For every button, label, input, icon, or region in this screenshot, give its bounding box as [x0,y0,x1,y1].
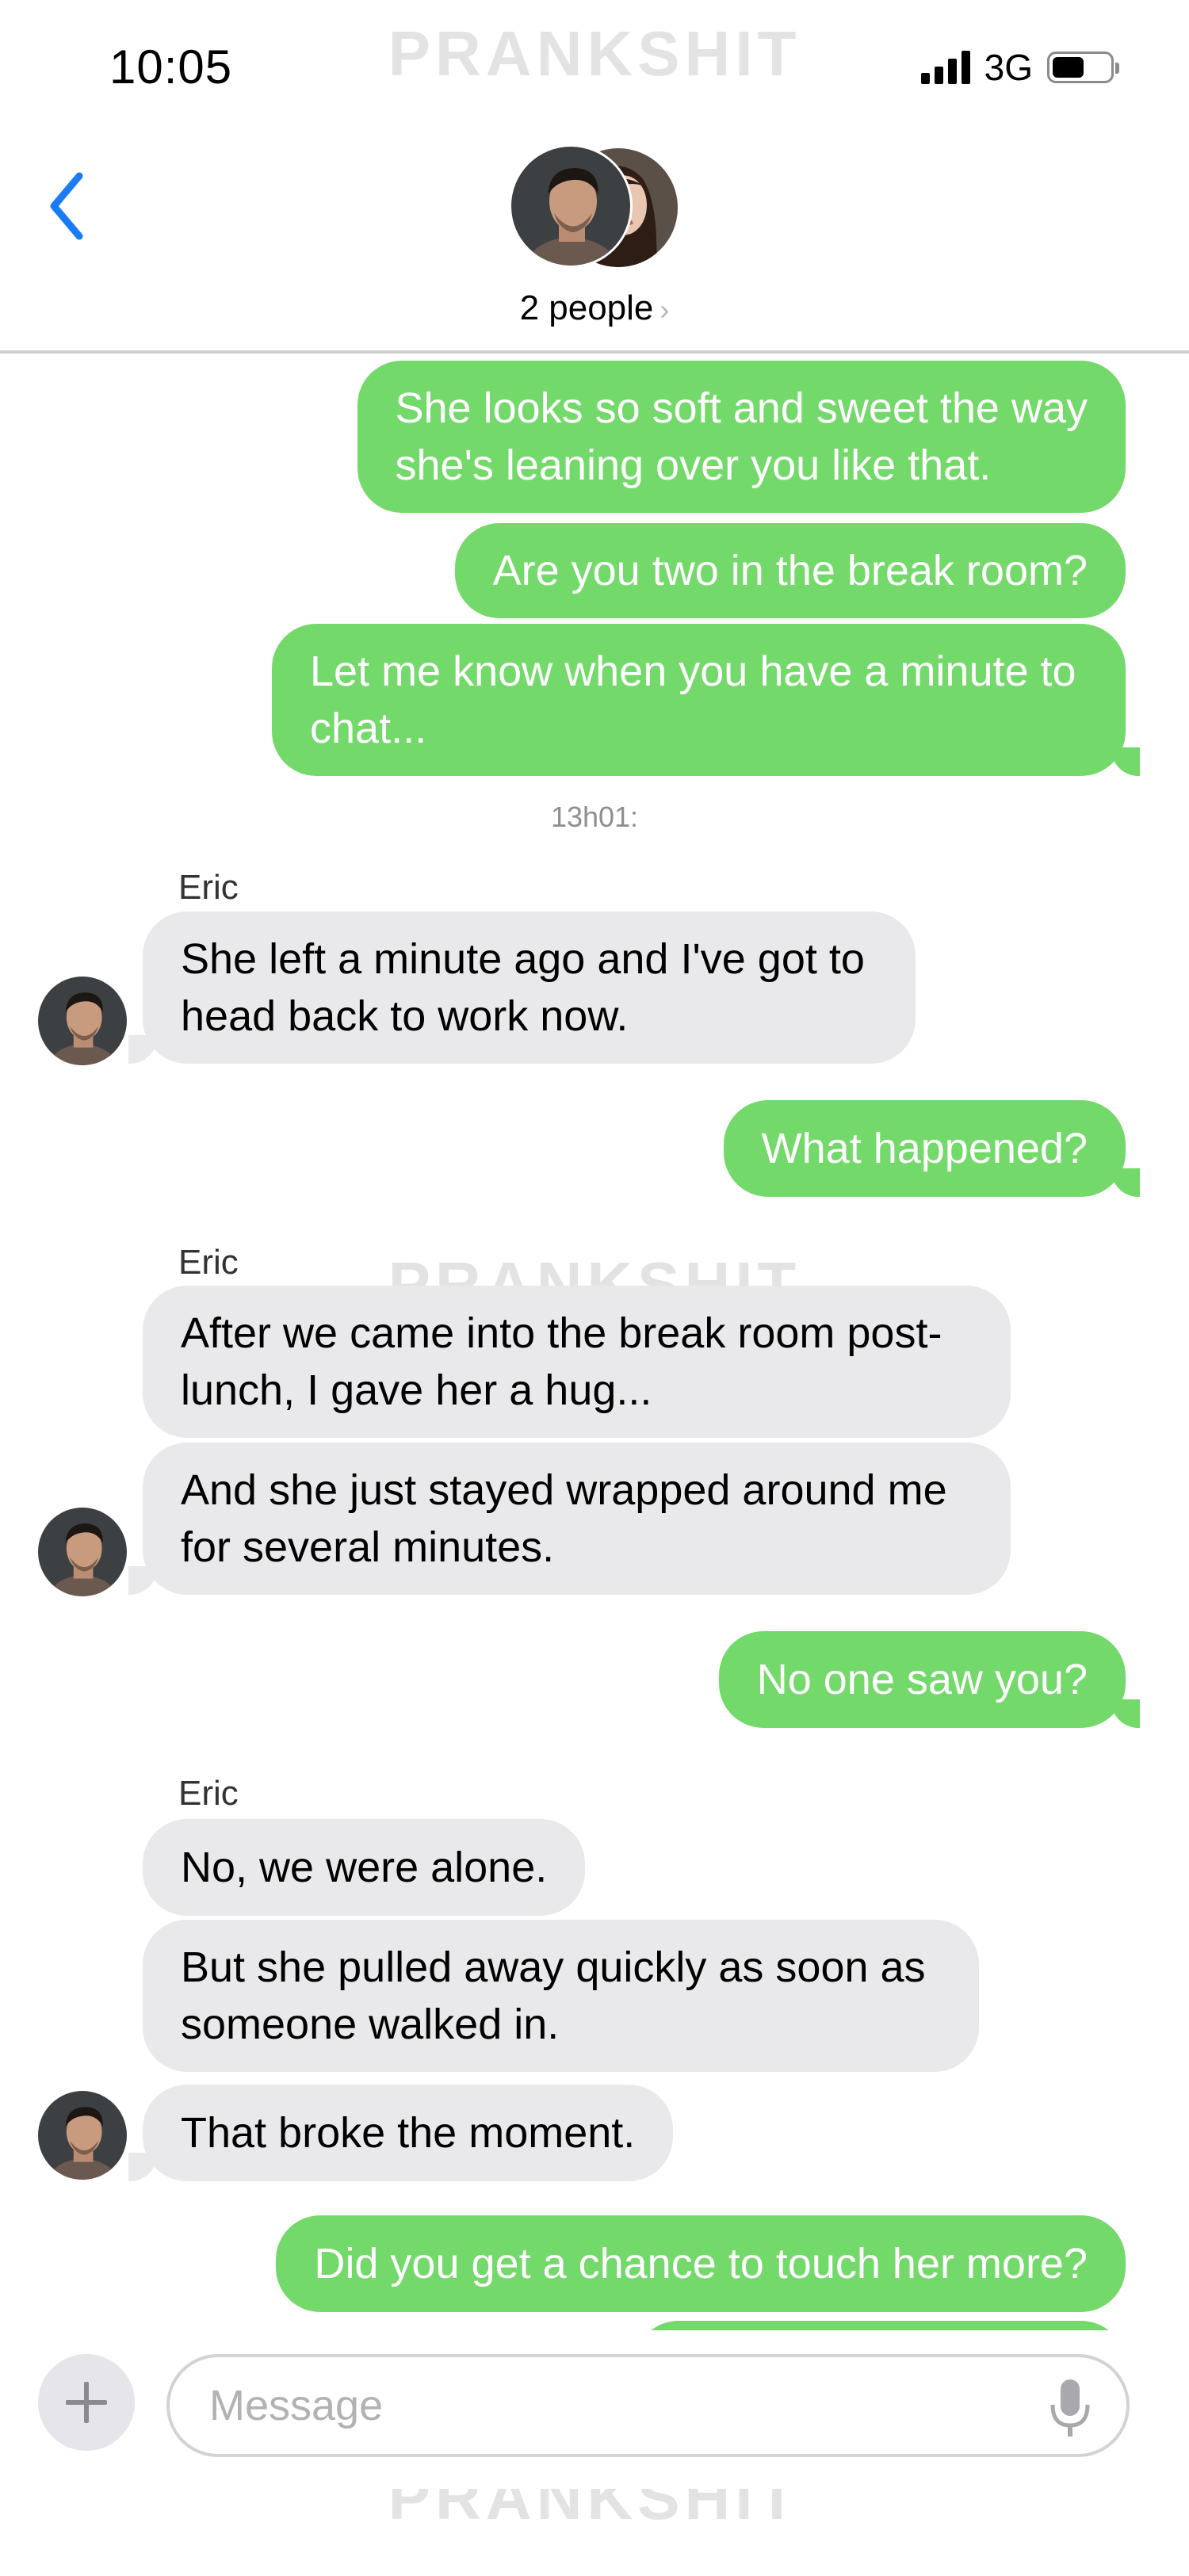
message-input[interactable] [166,2354,1130,2457]
message-bubble-outgoing[interactable]: Did you get a chance to touch her more? [276,2215,1126,2312]
chevron-left-icon [50,172,83,240]
sender-name: Eric [178,868,239,907]
avatar-eric[interactable] [38,977,127,1065]
chat-screen: 10:05 3G 2 people › PRANKSHIT PRANKSHIT P… [0,0,1189,2576]
message-bubble-outgoing[interactable]: What happened? [723,1100,1141,1197]
message-bubble-incoming[interactable]: She left a minute ago and I've got to hea… [128,912,916,1064]
watermark: PRANKSHIT [388,18,801,89]
message-bubble-incoming[interactable]: But she pulled away quickly as soon as so… [143,1920,979,2072]
timestamp: 13h01: [550,801,639,833]
avatar-eric[interactable] [38,1508,127,1596]
people-count-label: 2 people [519,289,654,327]
sender-name: Eric [178,1774,239,1813]
conversation-title[interactable]: 2 people › [0,289,1189,328]
message-bubble-incoming[interactable]: That broke the moment. [128,2085,674,2181]
chevron-right-icon: › [659,293,670,326]
header-divider [0,350,1189,354]
message-composer [0,2330,1189,2489]
group-avatars[interactable] [511,147,682,273]
message-bubble-outgoing[interactable]: No one saw you? [718,1631,1141,1728]
message-bubble-incoming[interactable]: And she just stayed wrapped around me for… [128,1443,1011,1595]
message-bubble-outgoing[interactable]: She looks so soft and sweet the way she's… [357,361,1126,513]
add-attachment-button[interactable] [38,2354,135,2451]
back-button[interactable] [41,166,97,246]
sender-name: Eric [178,1243,239,1282]
message-bubble-outgoing[interactable]: Are you two in the break room? [454,523,1126,618]
avatar-eric [511,147,630,266]
message-bubble-outgoing[interactable]: Let me know when you have a minute to cha… [272,624,1140,776]
microphone-icon[interactable] [1046,2376,1094,2440]
message-bubble-incoming[interactable]: After we came into the break room post-l… [143,1286,1011,1438]
message-bubble-incoming[interactable]: No, we were alone. [143,1819,586,1916]
avatar-eric[interactable] [38,2091,127,2180]
